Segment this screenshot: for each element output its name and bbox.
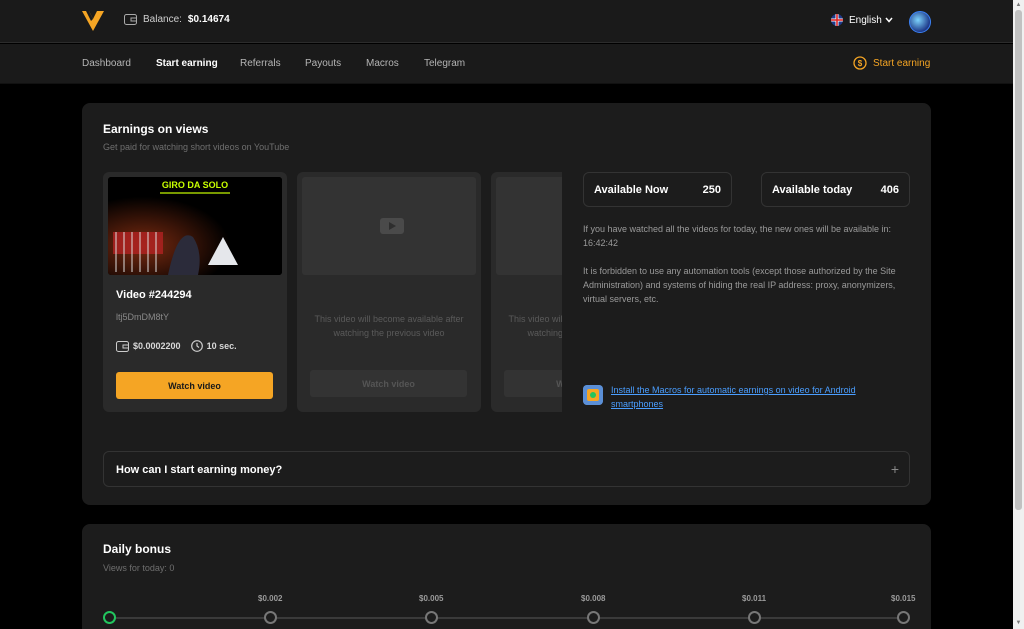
bonus-node [748, 611, 761, 624]
video-locked-text: This video will become available after w… [314, 314, 464, 338]
video-thumbnail-art: GIRO DA SOLO [108, 177, 282, 275]
start-earning-cta-label: Start earning [873, 57, 931, 69]
automation-warning: It is forbidden to use any automation to… [583, 266, 896, 304]
balance-label: Balance: [143, 14, 182, 25]
start-earning-cta[interactable]: $ Start earning [853, 56, 930, 70]
nav-payouts[interactable]: Payouts [305, 58, 341, 69]
video-thumbnail-placeholder [496, 177, 562, 275]
macros-install-link-row: Install the Macros for automatic earning… [583, 383, 903, 411]
nav-telegram[interactable]: Telegram [424, 58, 465, 69]
video-card-locked: This video will become available after w… [297, 172, 481, 412]
bonus-title: Daily bonus [103, 542, 172, 556]
earnings-subtitle: Get paid for watching short videos on Yo… [103, 142, 290, 152]
bonus-step-label: $0.015 [891, 594, 916, 603]
uk-flag-icon [831, 14, 843, 26]
bonus-step-label: $0.011 [742, 594, 767, 603]
video-reward: $0.0002200 [133, 341, 181, 351]
watch-video-button-disabled: Watch video [504, 370, 562, 397]
watch-video-button[interactable]: Watch video [116, 372, 273, 399]
clock-icon [190, 340, 203, 352]
nav-referrals[interactable]: Referrals [240, 58, 281, 69]
daily-bonus-card: Daily bonus Views for today: 0 $0.002 $0… [82, 524, 931, 629]
available-today-box: Available today 406 [761, 172, 910, 207]
faq-accordion[interactable]: How can I start earning money? + [103, 451, 910, 487]
bonus-node [264, 611, 277, 624]
dollar-coin-icon: $ [853, 56, 867, 70]
svg-text:$: $ [858, 59, 863, 68]
bonus-step-label: $0.002 [258, 594, 283, 603]
bonus-node [897, 611, 910, 624]
plus-icon: + [890, 461, 899, 477]
wallet-icon [116, 340, 129, 352]
top-header: Balance: $0.14674 English [0, 0, 1013, 43]
language-label: English [849, 14, 882, 26]
wallet-icon [124, 14, 137, 25]
video-thumbnail[interactable]: GIRO DA SOLO [108, 177, 282, 275]
video-card-locked: This video will become available after w… [491, 172, 562, 412]
available-today-label: Available today [772, 184, 853, 196]
balance-display: Balance: $0.14674 [124, 14, 230, 25]
bonus-node-start [103, 611, 116, 624]
scrollbar-thumb[interactable] [1015, 10, 1022, 510]
page-scrollbar[interactable]: ▲ ▼ [1013, 0, 1024, 629]
nav-dashboard[interactable]: Dashboard [82, 58, 131, 69]
scroll-up-arrow-icon[interactable]: ▲ [1015, 1, 1022, 9]
bonus-node [587, 611, 600, 624]
macros-install-link[interactable]: Install the Macros for automatic earning… [611, 383, 903, 411]
video-id: ltj5DmDM8tY [116, 312, 170, 322]
nav-macros[interactable]: Macros [366, 58, 399, 69]
balance-value: $0.14674 [187, 14, 230, 25]
faq-question: How can I start earning money? [116, 464, 283, 476]
main-nav: Dashboard Start earning Referrals Payout… [0, 44, 1013, 84]
available-now-label: Available Now [594, 184, 669, 196]
video-thumbnail-placeholder [302, 177, 476, 275]
bonus-step-label: $0.005 [419, 594, 444, 603]
nav-start-earning[interactable]: Start earning [156, 58, 218, 69]
available-now-box: Available Now 250 [583, 172, 732, 207]
video-card: GIRO DA SOLO Video #244294 ltj5DmDM8tY $… [103, 172, 287, 412]
video-duration: 10 sec. [206, 341, 237, 351]
available-now-value: 250 [702, 184, 721, 196]
thumbnail-caption: GIRO DA SOLO [162, 180, 228, 190]
macros-app-icon [583, 385, 603, 405]
available-today-value: 406 [880, 184, 899, 196]
brand-logo-icon[interactable] [82, 11, 104, 31]
play-icon [380, 218, 404, 234]
earnings-card: Earnings on views Get paid for watching … [82, 103, 931, 505]
video-locked-text: This video will become available after w… [508, 314, 562, 338]
earnings-title: Earnings on views [103, 122, 209, 136]
bonus-subtitle: Views for today: 0 [103, 563, 175, 573]
bonus-step-label: $0.008 [581, 594, 606, 603]
video-carousel[interactable]: GIRO DA SOLO Video #244294 ltj5DmDM8tY $… [103, 172, 562, 412]
video-title: Video #244294 [116, 289, 192, 301]
watch-video-button-disabled: Watch video [310, 370, 467, 397]
chevron-down-icon [885, 17, 893, 23]
user-avatar[interactable] [909, 11, 931, 33]
bonus-node [425, 611, 438, 624]
bonus-progress-track [109, 617, 905, 619]
video-meta: $0.0002200 10 sec. [116, 340, 237, 352]
language-selector[interactable]: English [831, 14, 893, 26]
next-videos-info: If you have watched all the videos for t… [583, 224, 892, 248]
scroll-down-arrow-icon[interactable]: ▼ [1015, 619, 1022, 627]
